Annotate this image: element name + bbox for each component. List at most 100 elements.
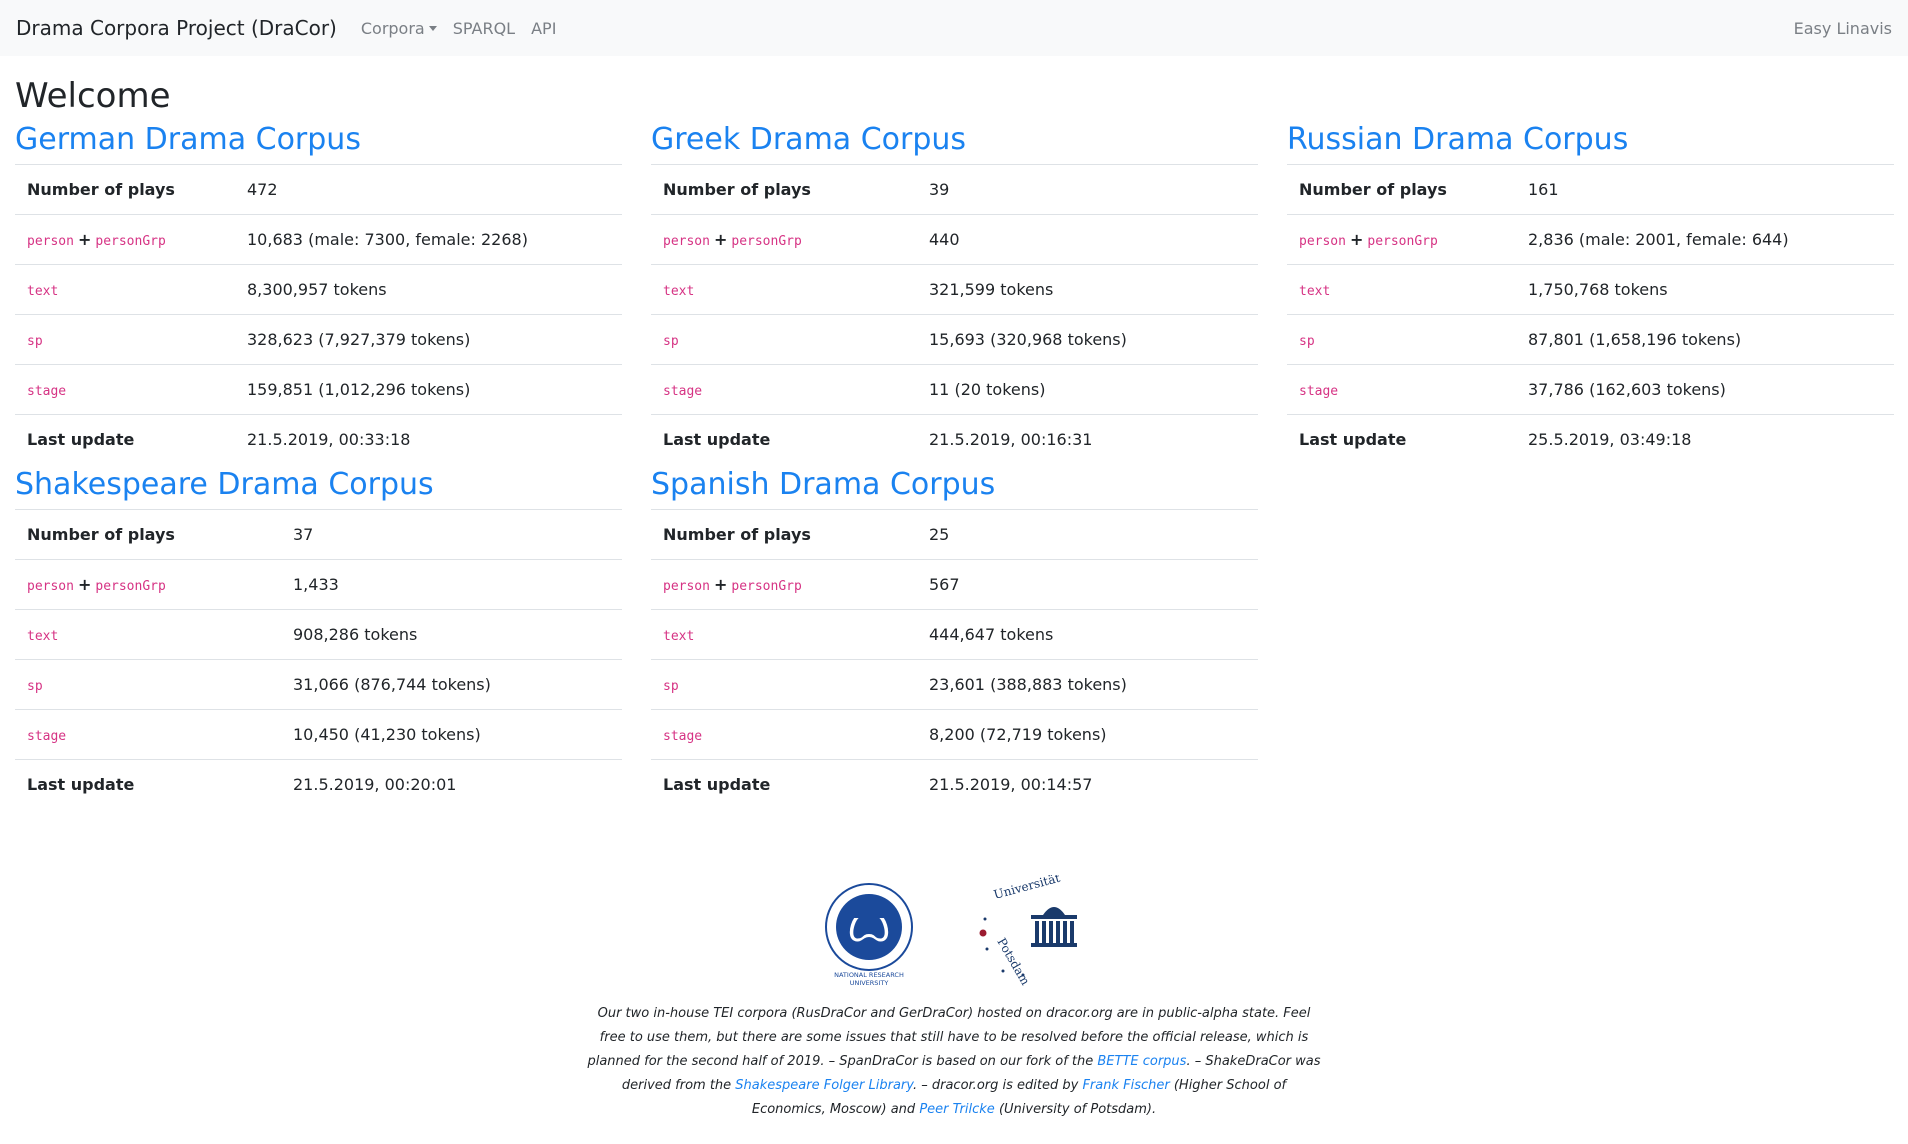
table-row: Last update 21.5.2019, 00:20:01	[15, 759, 622, 810]
corpus-title-russian[interactable]: Russian Drama Corpus	[1287, 123, 1894, 156]
caret-down-icon	[428, 25, 437, 31]
table-row: sp 23,601 (388,883 tokens)	[651, 659, 1258, 710]
stage-value: 10,450 (41,230 tokens)	[281, 709, 622, 760]
plays-label: Number of plays	[1287, 164, 1516, 215]
table-row: stage 8,200 (72,719 tokens)	[651, 709, 1258, 760]
persons-label: person + personGrp	[651, 559, 917, 610]
plus-sign: +	[713, 575, 728, 595]
bette-corpus-link[interactable]: BETTE corpus	[1097, 1054, 1186, 1069]
svg-text:Potsdam: Potsdam	[994, 936, 1032, 989]
corpus-card-spanish: Spanish Drama Corpus Number of plays 25 p…	[651, 468, 1258, 810]
stage-value: 37,786 (162,603 tokens)	[1516, 364, 1894, 415]
table-row: Last update 21.5.2019, 00:16:31	[651, 414, 1258, 465]
sp-code: sp	[1299, 334, 1315, 350]
sp-code: sp	[663, 679, 679, 695]
text-value: 321,599 tokens	[917, 264, 1258, 315]
persons-value: 1,433	[281, 559, 622, 610]
plus-sign: +	[77, 575, 92, 595]
table-row: sp 87,801 (1,658,196 tokens)	[1287, 314, 1894, 365]
table-row: Last update 21.5.2019, 00:33:18	[15, 414, 622, 465]
table-row: sp 31,066 (876,744 tokens)	[15, 659, 622, 710]
sp-label: sp	[1287, 314, 1516, 365]
table-row: person + personGrp 440	[651, 214, 1258, 265]
potsdam-logo[interactable]: Universität Potsdam	[977, 875, 1087, 990]
text-code: text	[1299, 284, 1331, 300]
easy-linavis-link[interactable]: Easy Linavis	[1794, 19, 1892, 38]
corpus-card-shakespeare: Shakespeare Drama Corpus Number of plays…	[15, 468, 622, 810]
plus-sign: +	[1349, 230, 1364, 250]
person-code: person	[663, 234, 710, 250]
peer-trilcke-link[interactable]: Peer Trilcke	[919, 1102, 995, 1117]
stats-table-greek: Number of plays 39 person + personGrp 440 te…	[651, 164, 1258, 465]
sp-label: sp	[15, 659, 281, 710]
person-code: person	[27, 234, 74, 250]
sparql-link[interactable]: SPARQL	[453, 19, 515, 38]
table-row: stage 10,450 (41,230 tokens)	[15, 709, 622, 760]
persons-value: 440	[917, 214, 1258, 265]
persons-label: person + personGrp	[1287, 214, 1516, 265]
plays-value: 25	[917, 509, 1258, 560]
sp-label: sp	[651, 659, 917, 710]
update-value: 21.5.2019, 00:20:01	[281, 759, 622, 810]
persongrp-code: personGrp	[731, 234, 802, 250]
table-row: person + personGrp 1,433	[15, 559, 622, 610]
table-row: Number of plays 161	[1287, 164, 1894, 215]
navbar: Drama Corpora Project (DraCor) Corpora S…	[0, 0, 1908, 56]
table-row: stage 159,851 (1,012,296 tokens)	[15, 364, 622, 415]
main-content: Welcome German Drama Corpus Number of pl…	[0, 56, 1908, 810]
stage-value: 159,851 (1,012,296 tokens)	[235, 364, 622, 415]
person-code: person	[1299, 234, 1346, 250]
table-row: person + personGrp 2,836 (male: 2001, femal…	[1287, 214, 1894, 265]
table-row: Last update 25.5.2019, 03:49:18	[1287, 414, 1894, 465]
table-row: person + personGrp 10,683 (male: 7300, fema…	[15, 214, 622, 265]
text-code: text	[27, 284, 59, 300]
stage-value: 8,200 (72,719 tokens)	[917, 709, 1258, 760]
sp-code: sp	[27, 679, 43, 695]
svg-text:Universität: Universität	[992, 875, 1062, 902]
corpus-title-spanish[interactable]: Spanish Drama Corpus	[651, 468, 1258, 501]
table-row: Last update 21.5.2019, 00:14:57	[651, 759, 1258, 810]
table-row: person + personGrp 567	[651, 559, 1258, 610]
update-value: 21.5.2019, 00:16:31	[917, 414, 1258, 465]
corpus-title-greek[interactable]: Greek Drama Corpus	[651, 123, 1258, 156]
stage-code: stage	[663, 729, 703, 745]
corpus-title-shakespeare[interactable]: Shakespeare Drama Corpus	[15, 468, 622, 501]
sp-label: sp	[15, 314, 235, 365]
text-value: 444,647 tokens	[917, 609, 1258, 660]
sp-label: sp	[651, 314, 917, 365]
plus-sign: +	[77, 230, 92, 250]
stats-table-spanish: Number of plays 25 person + personGrp 567 te…	[651, 509, 1258, 810]
table-row: text 321,599 tokens	[651, 264, 1258, 315]
stats-table-shakespeare: Number of plays 37 person + personGrp 1,433 …	[15, 509, 622, 810]
text-label: text	[651, 264, 917, 315]
table-row: text 8,300,957 tokens	[15, 264, 622, 315]
sp-value: 23,601 (388,883 tokens)	[917, 659, 1258, 710]
brand-link[interactable]: Drama Corpora Project (DraCor)	[16, 16, 337, 40]
table-row: Number of plays 39	[651, 164, 1258, 215]
table-row: Number of plays 25	[651, 509, 1258, 560]
api-link[interactable]: API	[531, 19, 556, 38]
frank-fischer-link[interactable]: Frank Fischer	[1082, 1078, 1169, 1093]
stage-code: stage	[1299, 384, 1339, 400]
footer-text-part: . – dracor.org is edited by	[912, 1078, 1083, 1093]
footer-text-part: (University of Potsdam).	[994, 1102, 1157, 1117]
table-row: stage 11 (20 tokens)	[651, 364, 1258, 415]
persongrp-code: personGrp	[95, 234, 166, 250]
corpora-dropdown[interactable]: Corpora	[361, 19, 437, 38]
sp-value: 87,801 (1,658,196 tokens)	[1516, 314, 1894, 365]
svg-text:NATIONAL RESEARCH: NATIONAL RESEARCH	[834, 971, 904, 979]
persons-value: 10,683 (male: 7300, female: 2268)	[235, 214, 622, 265]
folger-library-link[interactable]: Shakespeare Folger Library	[735, 1078, 913, 1093]
plays-value: 472	[235, 164, 622, 215]
update-label: Last update	[1287, 414, 1516, 465]
corpus-title-german[interactable]: German Drama Corpus	[15, 123, 622, 156]
stage-label: stage	[651, 364, 917, 415]
persons-label: person + personGrp	[651, 214, 917, 265]
update-label: Last update	[15, 759, 281, 810]
corpus-card-german: German Drama Corpus Number of plays 472 p…	[15, 123, 622, 465]
hse-logo[interactable]: Ꙍ NATIONAL RESEARCH UNIVERSITY	[821, 875, 917, 990]
stage-label: stage	[651, 709, 917, 760]
plays-value: 37	[281, 509, 622, 560]
corpus-card-russian: Russian Drama Corpus Number of plays 161 …	[1287, 123, 1894, 465]
person-code: person	[27, 579, 74, 595]
